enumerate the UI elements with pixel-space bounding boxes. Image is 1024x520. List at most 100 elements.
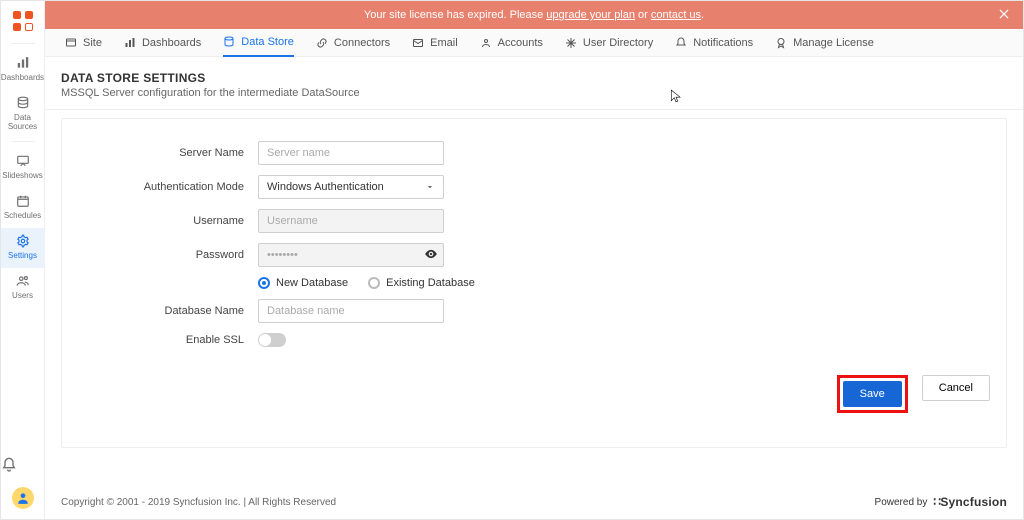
tab-label: Email [430,37,458,49]
page-title: DATA STORE SETTINGS [61,71,1007,85]
tab-label: User Directory [583,37,653,49]
sidebar-item-label: Dashboards [1,73,44,82]
footer: Copyright © 2001 - 2019 Syncfusion Inc. … [45,485,1023,519]
divider [45,109,1023,110]
calendar-icon [16,194,30,208]
auth-mode-select[interactable]: Windows Authentication [258,175,444,199]
powered-by-label: Powered by [875,497,928,508]
user-avatar[interactable] [12,487,34,509]
sidebar-item-label: Data Sources [8,113,37,131]
sidebar: Dashboards Data Sources Slideshows Sched… [1,1,45,519]
syncfusion-brand: Syncfusion [933,495,1007,509]
sidebar-item-schedules[interactable]: Schedules [1,188,45,228]
sidebar-item-label: Users [12,291,33,300]
bar-chart-icon [16,56,30,70]
close-icon [997,7,1011,21]
chevron-down-icon [425,182,435,192]
tab-connectors[interactable]: Connectors [316,29,390,57]
settings-panel: Server Name Authentication Mode Windows … [61,118,1007,448]
server-name-input[interactable] [258,141,444,165]
enable-ssl-label: Enable SSL [78,334,258,346]
save-button[interactable]: Save [843,381,902,407]
settings-tabs: Site Dashboards Data Store Connectors Em… [45,29,1023,57]
sparkle-icon [565,37,577,49]
sidebar-item-slideshows[interactable]: Slideshows [1,148,45,188]
password-label: Password [78,249,258,261]
database-name-label: Database Name [78,305,258,317]
toggle-password-visibility[interactable] [424,247,438,261]
sidebar-item-label: Schedules [4,211,41,220]
copyright: Copyright © 2001 - 2019 Syncfusion Inc. … [61,497,336,508]
tab-accounts[interactable]: Accounts [480,29,543,57]
presentation-icon [16,154,30,168]
radio-new-database[interactable]: New Database [258,277,348,289]
server-name-label: Server Name [78,147,258,159]
radio-label: Existing Database [386,277,475,289]
bell-icon [1,457,17,473]
tab-notifications[interactable]: Notifications [675,29,753,57]
link-icon [316,37,328,49]
tab-label: Data Store [241,36,294,48]
tab-label: Manage License [793,37,874,49]
auth-mode-label: Authentication Mode [78,181,258,193]
sidebar-bottom [1,457,45,519]
tab-label: Accounts [498,37,543,49]
account-icon [480,37,492,49]
bell-icon [675,37,687,49]
site-icon [65,37,77,49]
page-subtitle: MSSQL Server configuration for the inter… [61,87,1007,99]
users-icon [16,274,30,288]
person-icon [16,491,30,505]
tab-data-store[interactable]: Data Store [223,29,294,57]
database-name-input[interactable] [258,299,444,323]
gear-icon [16,234,30,248]
banner-close[interactable] [997,7,1011,21]
tab-manage-license[interactable]: Manage License [775,29,874,57]
sidebar-item-users[interactable]: Users [1,268,45,308]
tab-label: Notifications [693,37,753,49]
username-label: Username [78,215,258,227]
banner-text: or [635,9,651,21]
badge-icon [775,37,787,49]
tab-dashboards[interactable]: Dashboards [124,29,201,57]
radio-existing-database[interactable]: Existing Database [368,277,475,289]
tab-user-directory[interactable]: User Directory [565,29,653,57]
sidebar-item-dashboards[interactable]: Dashboards [1,50,45,90]
sidebar-item-data-sources[interactable]: Data Sources [1,90,45,139]
auth-mode-value: Windows Authentication [267,181,384,193]
divider [11,141,35,142]
main: Your site license has expired. Please up… [45,1,1023,519]
brand-logo[interactable] [13,11,33,31]
mail-icon [412,37,424,49]
notifications-bell[interactable] [1,457,45,473]
tab-label: Connectors [334,37,390,49]
highlight-box: Save [837,375,908,413]
radio-dot-icon [368,277,380,289]
license-banner: Your site license has expired. Please up… [45,1,1023,29]
form-actions: Save Cancel [78,357,990,417]
sidebar-item-settings[interactable]: Settings [1,228,45,268]
eye-icon [424,247,438,261]
radio-dot-icon [258,277,270,289]
enable-ssl-toggle[interactable] [258,333,286,347]
sidebar-item-label: Settings [8,251,37,260]
database-icon [16,96,30,110]
banner-text: . [701,9,704,21]
contact-link[interactable]: contact us [651,9,701,21]
tab-label: Dashboards [142,37,201,49]
tab-site[interactable]: Site [65,29,102,57]
data-store-form: Server Name Authentication Mode Windows … [78,141,638,347]
banner-text: Your site license has expired. Please [364,9,546,21]
tab-label: Site [83,37,102,49]
database-icon [223,36,235,48]
content: DATA STORE SETTINGS MSSQL Server configu… [45,57,1023,485]
upgrade-link[interactable]: upgrade your plan [546,9,635,21]
sidebar-item-label: Slideshows [2,171,42,180]
username-input [258,209,444,233]
radio-label: New Database [276,277,348,289]
tab-email[interactable]: Email [412,29,458,57]
cancel-button[interactable]: Cancel [922,375,990,401]
divider [11,43,35,44]
bar-chart-icon [124,37,136,49]
password-input [258,243,444,267]
